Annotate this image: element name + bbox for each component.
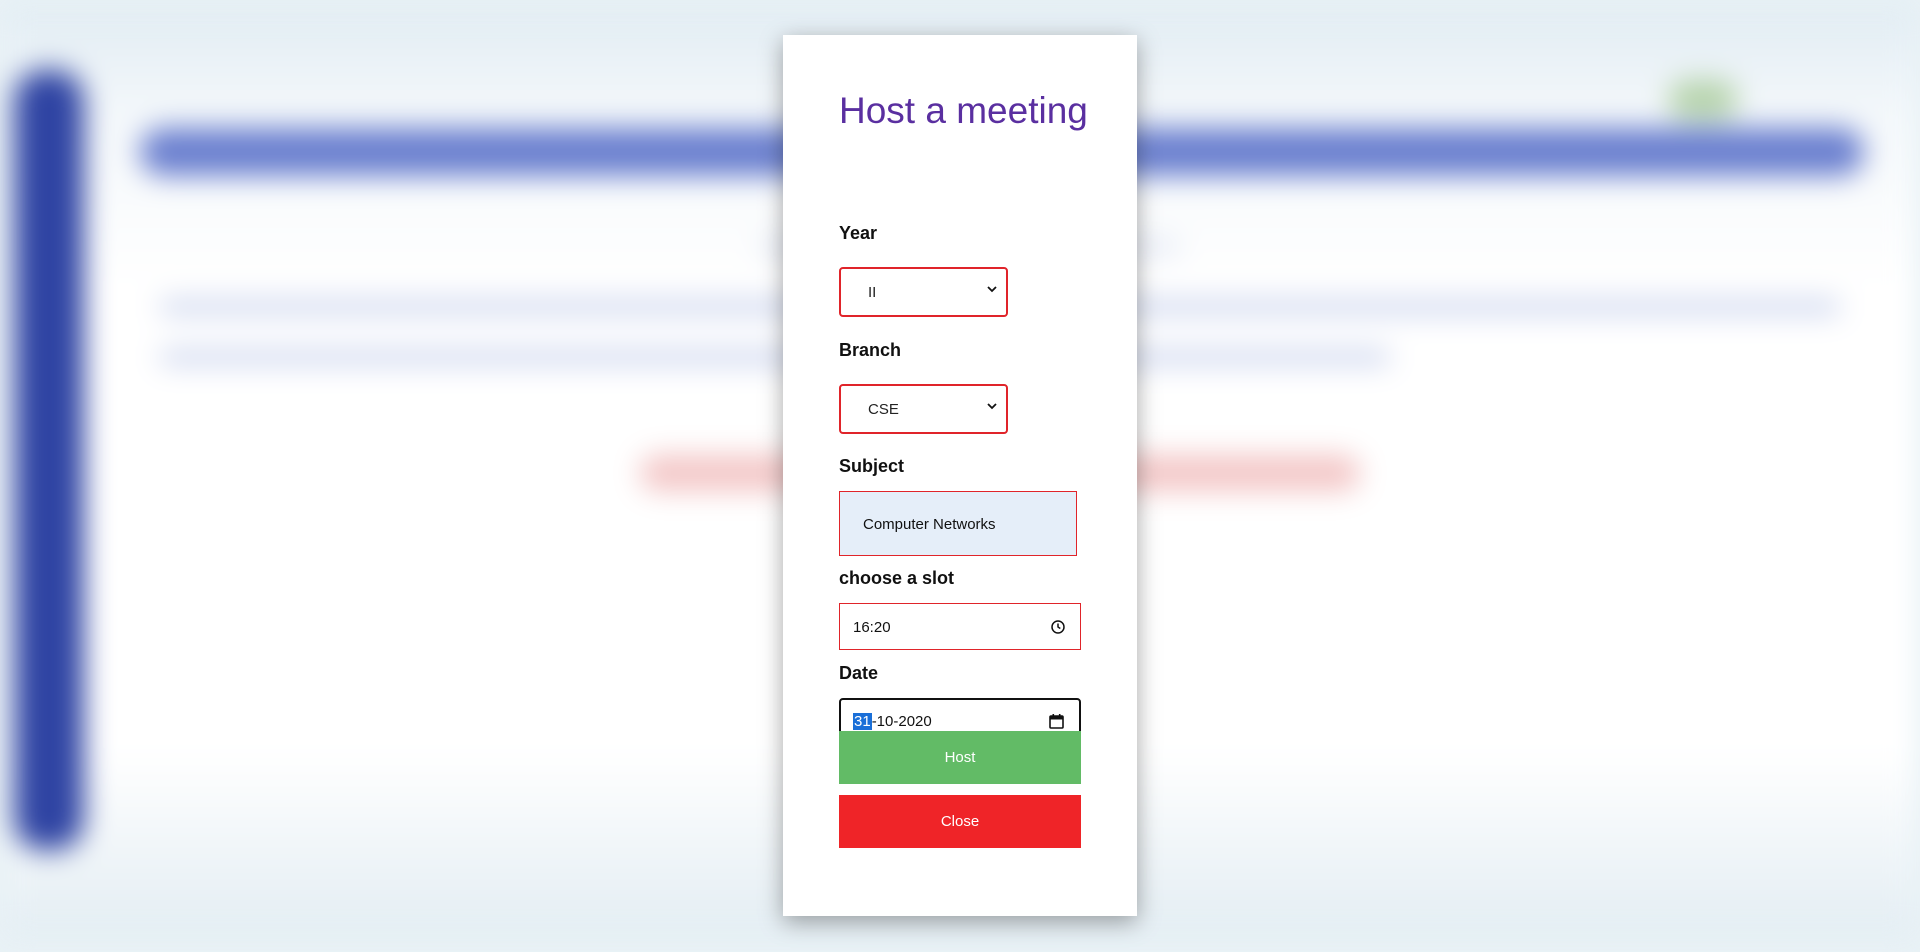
slot-time-value: 16:20	[853, 619, 891, 636]
date-input-value: 31-10-2020	[853, 713, 932, 730]
branch-select-value: CSE	[868, 401, 899, 418]
host-meeting-dialog: Host a meeting Year II Branch CSE Subjec…	[783, 35, 1137, 916]
clock-icon[interactable]	[1050, 619, 1066, 635]
subject-input[interactable]: Computer Networks	[839, 491, 1077, 556]
year-select[interactable]: II	[839, 267, 1008, 317]
year-select-value: II	[868, 284, 877, 301]
calendar-icon[interactable]	[1048, 713, 1065, 730]
branch-select[interactable]: CSE	[839, 384, 1008, 434]
chevron-down-icon	[987, 403, 997, 410]
subject-input-value: Computer Networks	[863, 516, 996, 533]
background-sidebar	[14, 70, 84, 850]
background-text-line	[160, 350, 1390, 364]
subject-label: Subject	[839, 456, 905, 476]
date-day-segment[interactable]: 31	[853, 713, 872, 730]
slot-time-input[interactable]: 16:20	[839, 603, 1081, 650]
close-button[interactable]: Close	[839, 795, 1081, 848]
background-avatar	[1668, 80, 1738, 120]
date-rest-segment: -10-2020	[871, 713, 932, 730]
slot-label: choose a slot	[839, 568, 955, 588]
dialog-title: Host a meeting	[839, 90, 1088, 131]
year-label: Year	[839, 223, 878, 243]
chevron-down-icon	[987, 286, 997, 293]
host-button[interactable]: Host	[839, 731, 1081, 784]
branch-label: Branch	[839, 340, 902, 360]
date-label: Date	[839, 663, 879, 683]
